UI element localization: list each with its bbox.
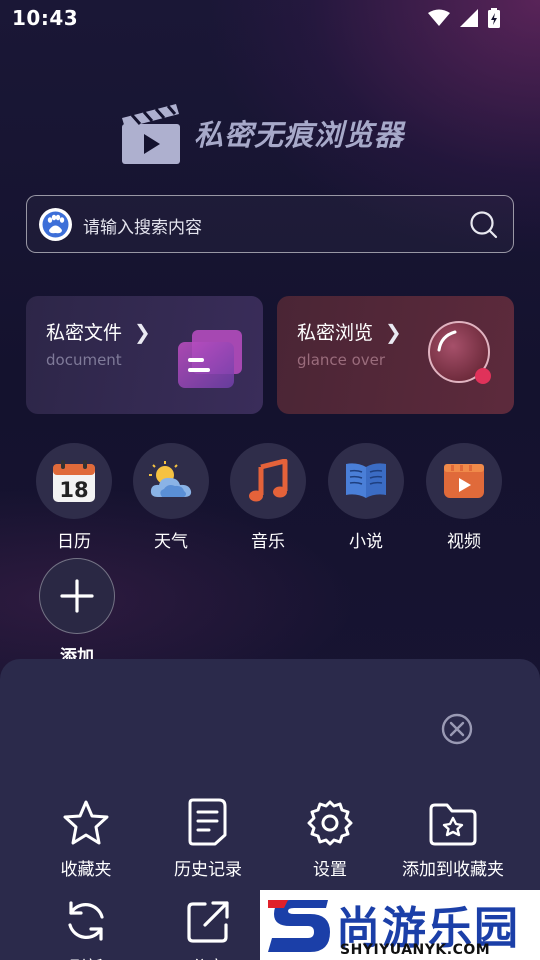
search-input[interactable]: 请输入搜索内容 [83, 213, 202, 238]
shortcut-label: 天气 [154, 532, 188, 552]
card-title: 私密文件 ❯ [46, 319, 151, 345]
shortcut-weather[interactable]: 天气 [126, 443, 216, 552]
menu-history[interactable]: 历史记录 [143, 795, 273, 880]
card-title: 私密浏览 ❯ [297, 319, 402, 345]
shortcut-video[interactable]: 视频 [419, 443, 509, 552]
magnifier-bubble-icon [428, 321, 491, 384]
card-subtitle: glance over [297, 351, 386, 369]
video-icon [444, 464, 484, 498]
menu-settings[interactable]: 设置 [265, 795, 395, 880]
shortcut-label: 音乐 [251, 532, 285, 552]
menu-label: 收藏夹 [60, 860, 112, 880]
private-browsing-card[interactable]: 私密浏览 ❯ glance over [277, 296, 514, 414]
search-bar[interactable]: 请输入搜索内容 [26, 195, 514, 253]
app-header: 私密无痕浏览器 [120, 100, 404, 166]
close-icon[interactable] [440, 712, 474, 746]
app-title: 私密无痕浏览器 [194, 118, 405, 152]
menu-refresh[interactable]: 刷新 [21, 893, 151, 960]
folder-icon [178, 330, 242, 388]
plus-icon [60, 579, 94, 613]
search-icon[interactable] [469, 210, 499, 240]
menu-label: 分享 [143, 953, 273, 960]
watermark: 尚游乐园 SHYIYUANYK.COM [260, 890, 540, 960]
menu-label: 历史记录 [174, 860, 242, 880]
shortcut-label: 日历 [57, 532, 91, 552]
shortcut-calendar[interactable]: 18 日历 [29, 443, 119, 552]
book-icon [346, 463, 386, 498]
calendar-icon: 18 [53, 460, 95, 502]
menu-add-to-favorites[interactable]: 添加到收藏夹 [388, 795, 518, 880]
shortcut-label: 小说 [349, 532, 383, 552]
history-icon [188, 798, 227, 846]
star-icon [63, 800, 109, 845]
gear-icon [307, 800, 353, 846]
shortcut-novel[interactable]: 小说 [321, 443, 411, 552]
shortcut-music[interactable]: 音乐 [223, 443, 313, 552]
status-icons [428, 8, 500, 28]
card-subtitle: document [46, 351, 122, 369]
menu-label: 设置 [313, 860, 347, 880]
share-icon [187, 901, 229, 943]
signal-icon [460, 9, 478, 27]
chevron-right-icon: ❯ [134, 319, 151, 344]
shortcut-label: 视频 [447, 532, 481, 552]
clapperboard-logo-icon [122, 104, 180, 164]
status-bar: 10:43 [0, 0, 540, 38]
weather-icon [149, 461, 192, 497]
add-shortcut-button[interactable]: 添加 [32, 558, 122, 667]
calendar-date: 18 [59, 478, 88, 502]
chevron-right-icon: ❯ [385, 319, 402, 344]
wifi-icon [428, 9, 450, 26]
music-icon [249, 459, 288, 502]
menu-share[interactable]: 分享 [143, 893, 273, 960]
private-files-card[interactable]: 私密文件 ❯ document [26, 296, 263, 414]
menu-favorites[interactable]: 收藏夹 [21, 795, 151, 880]
watermark-url: SHYIYUANYK.COM [340, 942, 491, 958]
refresh-icon [68, 901, 104, 941]
baidu-logo-icon[interactable] [39, 208, 72, 241]
status-time: 10:43 [12, 6, 79, 30]
folder-star-icon [429, 803, 477, 846]
watermark-logo-icon [268, 900, 330, 952]
battery-icon [488, 8, 500, 28]
menu-label: 添加到收藏夹 [402, 860, 504, 880]
menu-label: 刷新 [21, 953, 151, 960]
